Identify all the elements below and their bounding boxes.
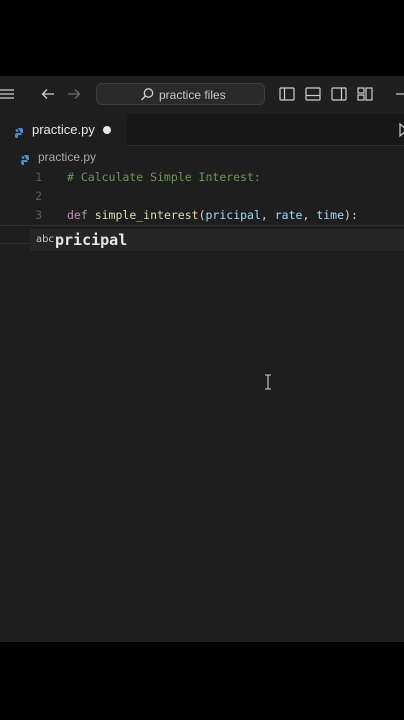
search-placeholder: practice files — [159, 88, 226, 102]
tab-label: practice.py — [32, 122, 95, 137]
tab-bar: practice.py — [0, 114, 404, 146]
line-number: 3 — [35, 208, 42, 222]
text-suggestion-icon: abc — [36, 234, 54, 245]
code-token: simple_interest — [94, 208, 199, 222]
minimize-icon[interactable] — [394, 85, 404, 103]
code-token: , — [302, 208, 317, 222]
line-number: 1 — [35, 170, 42, 184]
python-file-icon — [13, 124, 25, 143]
code-token: # Calculate Simple Interest: — [67, 170, 261, 184]
code-token: time — [316, 208, 345, 222]
suggestion-item[interactable]: pricipal — [55, 231, 127, 249]
run-icon[interactable] — [398, 122, 404, 142]
code-token: pricipal — [205, 208, 261, 222]
search-icon — [140, 87, 155, 106]
customize-layout-icon[interactable] — [356, 85, 374, 103]
toggle-secondary-sidebar-icon[interactable] — [330, 85, 348, 103]
code-token: ( — [198, 208, 206, 222]
unsaved-dot-icon[interactable] — [103, 126, 111, 134]
code-token: ): — [344, 208, 358, 222]
editor-window: practice files practice.py practice.py 1… — [0, 76, 404, 642]
toggle-panel-icon[interactable] — [304, 85, 322, 103]
breadcrumb: practice.py — [0, 146, 404, 168]
code-text: # Calculate Simple Interest: — [67, 170, 261, 184]
code-token: def — [67, 208, 95, 222]
arrow-left-icon[interactable] — [39, 85, 57, 103]
code-token: , — [260, 208, 275, 222]
code-token: rate — [274, 208, 303, 222]
code-line[interactable]: 1 # Calculate Simple Interest: — [0, 168, 404, 187]
text-cursor-icon — [263, 374, 273, 390]
line-number: 2 — [35, 189, 42, 203]
breadcrumb-file[interactable]: practice.py — [38, 150, 96, 164]
toggle-primary-sidebar-icon[interactable] — [278, 85, 296, 103]
code-line[interactable]: 2 — [0, 187, 404, 206]
arrow-right-icon[interactable] — [65, 85, 83, 103]
titlebar: practice files — [0, 76, 404, 114]
code-line[interactable]: 3 def simple_interest(pricipal, rate, tim… — [0, 206, 404, 225]
menu-icon[interactable] — [0, 85, 18, 103]
command-center-search[interactable]: practice files — [96, 83, 265, 105]
tab-practice-py[interactable]: practice.py — [0, 114, 127, 146]
suggestion-widget[interactable]: abc pricipal — [30, 229, 404, 251]
code-text: def simple_interest(pricipal, rate, time… — [67, 208, 358, 222]
